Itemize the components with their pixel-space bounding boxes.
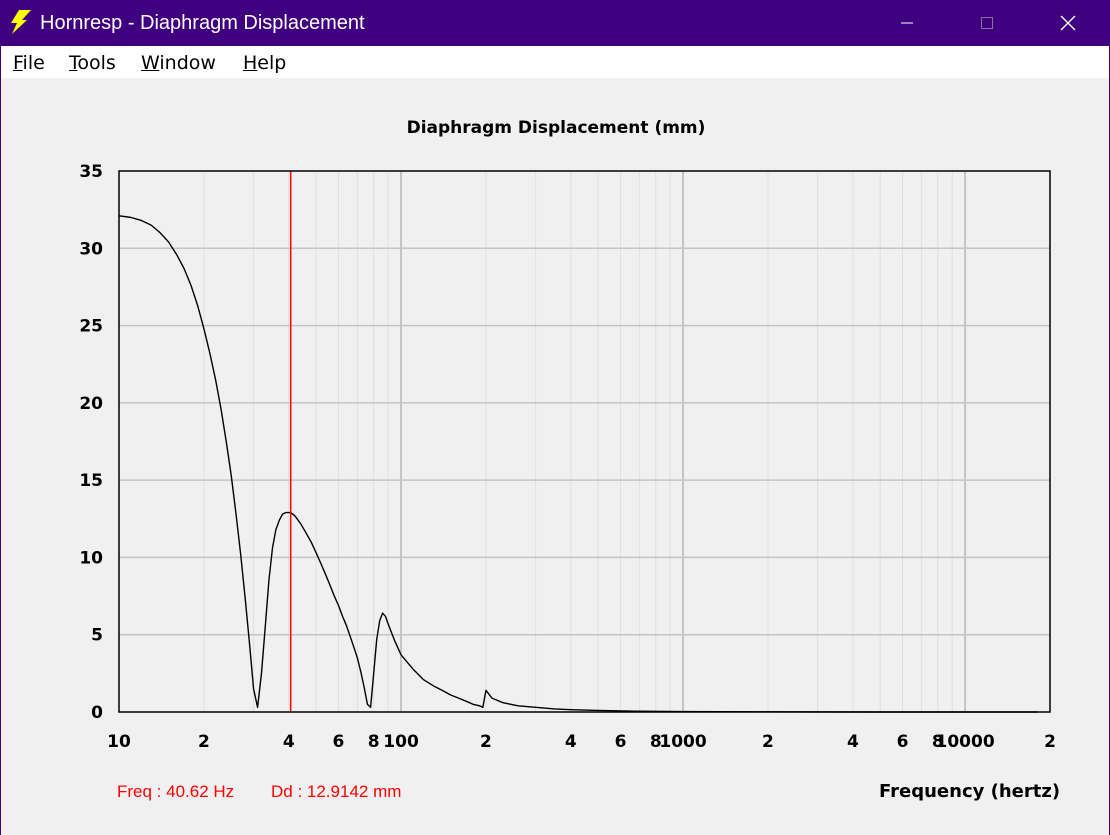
y-tick-label: 20: [79, 394, 103, 414]
status-frequency: Freq : 40.62 Hz: [117, 782, 235, 801]
chart-ticks: 0510152025303510 2 4 6 8 100 2 4 6 81000 2 4 6 810000…: [79, 162, 1056, 752]
menu-tools[interactable]: Tools: [69, 52, 116, 74]
plot-frame: [118, 170, 1051, 713]
status-displacement: Dd : 12.9142 mm: [271, 782, 402, 801]
x-tick-label: 2: [1044, 732, 1056, 752]
x-tick-label: 4: [565, 732, 577, 752]
x-tick-label: 2: [198, 732, 210, 752]
x-tick-label: 100: [383, 732, 419, 752]
displacement-chart: Diaphragm Displacement (mm) 0 5 10 15 20 25 30…: [79, 118, 1056, 752]
x-tick-label: 4: [283, 732, 295, 752]
series-line: [118, 215, 1038, 713]
minimize-icon: [901, 22, 913, 24]
x-tick-label: 8: [368, 732, 380, 752]
chart-grid: [119, 171, 1050, 712]
y-tick-label: 5: [91, 626, 103, 646]
x-tick-label: 6: [333, 732, 345, 752]
menu-file[interactable]: File: [13, 52, 45, 74]
menu-help[interactable]: Help: [243, 52, 286, 74]
x-tick-label: 1000: [659, 732, 706, 752]
lightning-icon: [11, 10, 31, 34]
maximize-icon: [981, 17, 993, 29]
y-tick-label: 0: [91, 703, 103, 723]
maximize-button[interactable]: [947, 0, 1027, 46]
y-tick-label: 15: [79, 471, 103, 491]
x-tick-label: 4: [847, 732, 859, 752]
chart-title: Diaphragm Displacement (mm): [407, 118, 706, 138]
y-tick-label: 25: [79, 317, 103, 337]
title-bar: Hornresp - Diaphragm Displacement: [0, 0, 1110, 46]
y-tick-label: 10: [79, 548, 103, 568]
menu-bar: File Tools Window Help: [1, 46, 1109, 78]
x-tick-label: 10: [107, 732, 131, 752]
x-axis-label: Frequency (hertz): [879, 781, 1061, 802]
x-tick-label: 2: [480, 732, 492, 752]
x-tick-label: 6: [615, 732, 627, 752]
window-title: Hornresp - Diaphragm Displacement: [40, 12, 365, 34]
x-tick-label: 2: [762, 732, 774, 752]
x-tick-label: 10000: [936, 732, 995, 752]
minimize-button[interactable]: [867, 0, 947, 46]
x-tick-label: 6: [897, 732, 909, 752]
menu-window[interactable]: Window: [141, 52, 216, 74]
y-tick-label: 35: [79, 162, 103, 182]
close-icon: [1060, 15, 1076, 31]
y-tick-label: 30: [79, 239, 103, 259]
close-button[interactable]: [1028, 0, 1108, 46]
chart-series: [118, 215, 1038, 713]
